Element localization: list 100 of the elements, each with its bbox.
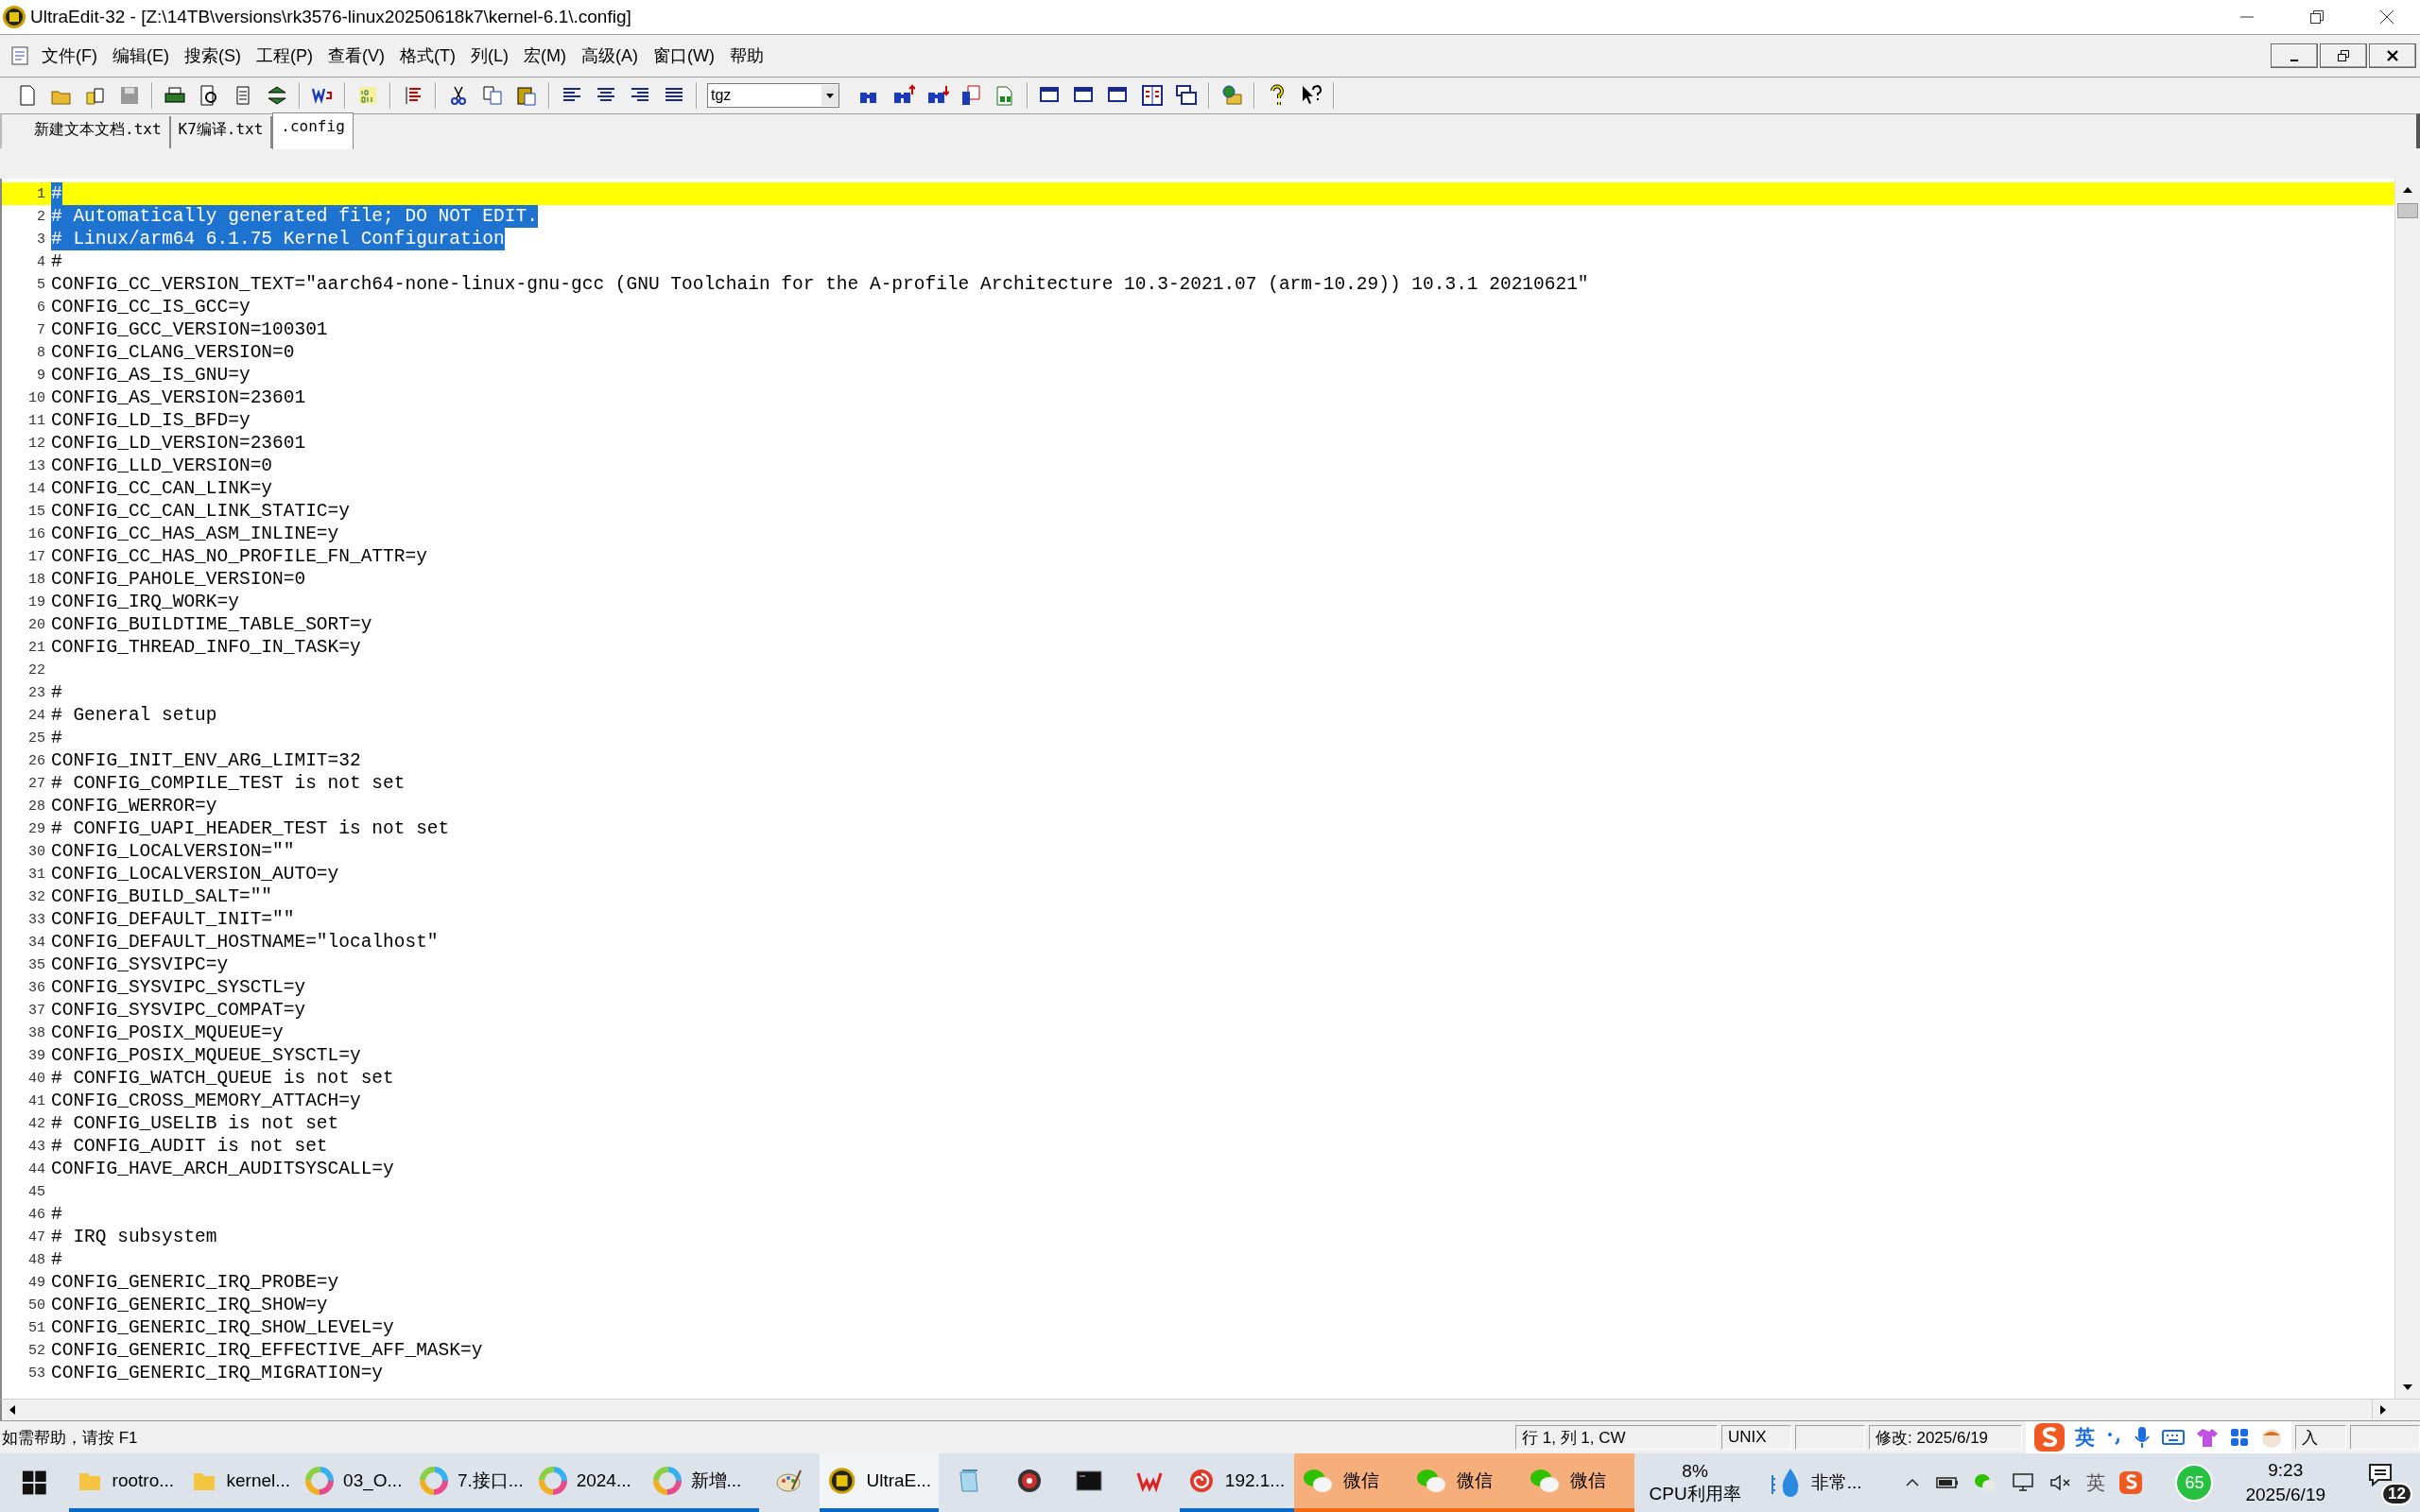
weather-widget[interactable]: 非常...: [1769, 1466, 1862, 1500]
input-method-logo-icon[interactable]: [2118, 1470, 2144, 1495]
taskbar-button[interactable]: 微信: [1293, 1453, 1408, 1512]
horizontal-scrollbar[interactable]: [0, 1399, 2420, 1420]
scrollbar-thumb[interactable]: [2397, 203, 2418, 218]
menu-item[interactable]: 搜索(S): [179, 44, 247, 67]
line-number: 8: [36, 344, 46, 361]
minimize-button[interactable]: [2271, 43, 2318, 68]
line-number: 10: [27, 389, 46, 406]
file-tab[interactable]: .config: [272, 112, 354, 149]
taskbar-button[interactable]: 2024...: [530, 1453, 646, 1512]
language-toggle[interactable]: 英: [2075, 1424, 2095, 1451]
code-line: CONFIG_LD_IS_BFD=y: [51, 409, 251, 432]
menu-item[interactable]: 工程(P): [251, 44, 319, 67]
close-icon[interactable]: [2378, 9, 2395, 26]
code-line: # CONFIG_UAPI_HEADER_TEST is not set: [51, 817, 450, 840]
keyboard-icon[interactable]: [2161, 1427, 2186, 1448]
colorful-ring-icon: [538, 1467, 567, 1495]
taskbar-button[interactable]: 微信: [1520, 1453, 1634, 1512]
line-number: 28: [27, 798, 46, 815]
code-line: #: [51, 1248, 62, 1271]
code-line: CONFIG_POSIX_MQUEUE_SYSCTL=y: [51, 1044, 361, 1067]
taskbar-button[interactable]: rootro...: [68, 1453, 183, 1512]
line-number: 17: [27, 548, 46, 565]
line-number: 37: [27, 1002, 46, 1019]
line-number: 30: [27, 843, 46, 860]
start-icon[interactable]: [21, 1469, 48, 1497]
code-line: CONFIG_GENERIC_IRQ_EFFECTIVE_AFF_MASK=y: [51, 1339, 483, 1362]
line-number: 11: [27, 412, 46, 429]
line-number: 51: [27, 1319, 46, 1336]
menu-item[interactable]: 高级(A): [575, 44, 644, 67]
line-number: 15: [27, 503, 46, 520]
dropdown-field[interactable]: tgz: [707, 83, 839, 108]
code-line: CONFIG_DEFAULT_HOSTNAME="localhost": [51, 931, 439, 954]
file-tab[interactable]: 新建文本文档.txt: [26, 116, 171, 148]
cursor-position: 行 1, 列 1, CW: [1515, 1425, 1718, 1450]
menu-item[interactable]: 宏(M): [517, 44, 572, 67]
split-window-icon[interactable]: [1140, 83, 1165, 108]
line-number: 18: [27, 571, 46, 588]
mascot-icon[interactable]: [2259, 1426, 2284, 1449]
line-number: 4: [36, 253, 46, 270]
code-line: CONFIG_CC_IS_GCC=y: [51, 296, 251, 318]
menu-item[interactable]: 列(L): [464, 44, 514, 67]
menu-item[interactable]: 查看(V): [322, 44, 390, 67]
grid-icon[interactable]: [2229, 1427, 2250, 1448]
line-number: 49: [27, 1274, 46, 1291]
restore-icon[interactable]: [2308, 9, 2325, 26]
code-line: CONFIG_GCC_VERSION=100301: [51, 318, 328, 341]
code-line: #: [51, 250, 62, 273]
taskbar-button[interactable]: 新增...: [645, 1453, 760, 1512]
code-line: CONFIG_BUILDTIME_TABLE_SORT=y: [51, 613, 372, 636]
line-number: 26: [27, 752, 46, 769]
code-line: CONFIG_GENERIC_IRQ_SHOW_LEVEL=y: [51, 1316, 394, 1339]
colorful-ring-icon: [305, 1467, 335, 1495]
line-number: 43: [27, 1138, 46, 1155]
menu-item[interactable]: 文件(F): [36, 44, 103, 67]
code-line: CONFIG_POSIX_MQUEUE=y: [51, 1022, 284, 1044]
taskbar-button[interactable]: 03_O...: [298, 1453, 412, 1512]
line-number: 38: [27, 1024, 46, 1041]
clock[interactable]: 9:23 2025/6/19: [2245, 1458, 2325, 1507]
line-number: 45: [27, 1183, 46, 1200]
line-number: 3: [36, 231, 46, 248]
copy-icon[interactable]: [480, 83, 505, 108]
taskbar-button[interactable]: 7.接口...: [412, 1453, 531, 1512]
code-line: CONFIG_SYSVIPC_COMPAT=y: [51, 999, 306, 1022]
notification-count: 12: [2381, 1483, 2412, 1505]
code-line: # CONFIG_USELIB is not set: [51, 1112, 339, 1135]
code-line: CONFIG_CLANG_VERSION=0: [51, 341, 295, 364]
cpu-monitor[interactable]: 8% CPU利用率: [1634, 1460, 1756, 1505]
weather-label: 非常...: [1810, 1471, 1862, 1494]
line-number: 48: [27, 1251, 46, 1268]
close-button[interactable]: [2369, 43, 2416, 68]
microphone-icon[interactable]: [2133, 1425, 2152, 1450]
menu-item[interactable]: 编辑(E): [107, 44, 175, 67]
code-line: CONFIG_CROSS_MEMORY_ATTACH=y: [51, 1090, 361, 1112]
taskbar-button[interactable]: UltraE...: [820, 1453, 940, 1512]
monitor-icon[interactable]: [2011, 1471, 2036, 1494]
colorful-ring-icon: [420, 1467, 448, 1495]
code-line: CONFIG_LLD_VERSION=0: [51, 455, 273, 477]
code-line: CONFIG_SYSVIPC_SYSCTL=y: [51, 976, 306, 999]
code-line: CONFIG_LOCALVERSION="": [51, 840, 295, 863]
line-number: 40: [27, 1070, 46, 1087]
vertical-scrollbar[interactable]: [2394, 179, 2420, 1399]
restore-icon: [2337, 49, 2350, 62]
code-line: # CONFIG_COMPILE_TEST is not set: [51, 772, 406, 795]
code-line: CONFIG_SYSVIPC=y: [51, 954, 229, 976]
app-logo-icon: [2, 5, 26, 29]
menu-item[interactable]: 窗口(W): [647, 44, 720, 67]
input-method-logo-icon[interactable]: [2033, 1422, 2066, 1452]
taskbar-button[interactable]: kernel...: [182, 1453, 299, 1512]
menu-item[interactable]: 帮助: [723, 44, 769, 67]
line-number: 25: [27, 730, 46, 747]
code-line: CONFIG_LOCALVERSION_AUTO=y: [51, 863, 339, 885]
input-language-indicator[interactable]: 英: [2086, 1469, 2106, 1496]
cascade-icon[interactable]: [1174, 83, 1199, 108]
menu-item[interactable]: 格式(T): [394, 44, 461, 67]
globe-folder-icon[interactable]: [1219, 83, 1244, 108]
taskbar-button[interactable]: 微信: [1407, 1453, 1521, 1512]
restore-button[interactable]: [2320, 43, 2367, 68]
shirt-icon[interactable]: [2195, 1426, 2220, 1449]
